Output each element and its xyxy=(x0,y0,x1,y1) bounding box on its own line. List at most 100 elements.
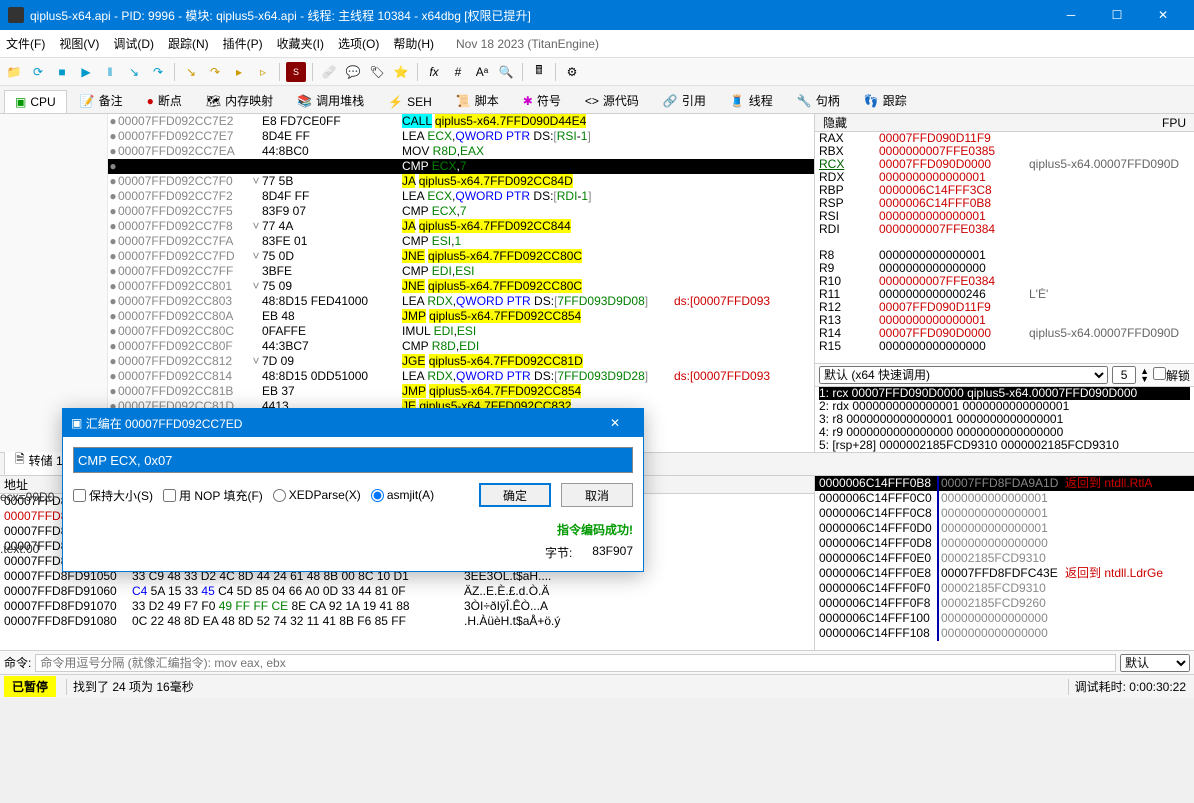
maximize-button[interactable]: ☐ xyxy=(1094,0,1140,30)
menu-help[interactable]: 帮助(H) xyxy=(393,35,434,52)
dump-row[interactable]: 00007FFD8FD910800C 22 48 8D EA 48 8D 52 … xyxy=(0,614,814,629)
disasm-row[interactable]: ●00007FFD092CC80348:8D15 FED41000LEA RDX… xyxy=(108,294,814,309)
bookmark-icon[interactable]: ⭐ xyxy=(391,62,411,82)
hide-fpu-link[interactable]: 隐藏 xyxy=(823,114,847,131)
arg-preview[interactable]: 1: rcx 00007FFD090D0000 qiplus5-x64.0000… xyxy=(815,386,1194,452)
disasm-row[interactable]: ●00007FFD092CC801˅75 09JNE qiplus5-x64.7… xyxy=(108,279,814,294)
tab-handles[interactable]: 🔧句柄 xyxy=(786,87,851,113)
menu-favorites[interactable]: 收藏夹(I) xyxy=(277,35,324,52)
menu-view[interactable]: 视图(V) xyxy=(59,35,99,52)
menu-trace[interactable]: 跟踪(N) xyxy=(168,35,209,52)
register-row[interactable]: RSI0000000000000001 xyxy=(819,210,1190,223)
settings-icon[interactable]: ⚙ xyxy=(562,62,582,82)
dialog-close-button[interactable]: ✕ xyxy=(595,416,635,430)
run-to-user-icon[interactable]: ▸ xyxy=(229,62,249,82)
register-row[interactable]: RAX00007FFD090D11F9 xyxy=(819,132,1190,145)
disasm-row[interactable]: ●00007FFD092CC7F0˅77 5BJA qiplus5-x64.7F… xyxy=(108,174,814,189)
register-row[interactable]: RSP0000006C14FFF0B8 xyxy=(819,197,1190,210)
tab-memmap[interactable]: 🗺内存映射 xyxy=(195,87,284,113)
pause-icon[interactable]: ‖ xyxy=(100,62,120,82)
menu-options[interactable]: 选项(O) xyxy=(338,35,379,52)
stack-row[interactable]: 0000006C14FFF0E800007FFD8FDFC43E返回到 ntdl… xyxy=(815,566,1194,581)
register-row[interactable]: R130000000000000001 xyxy=(819,314,1190,327)
command-preset-select[interactable]: 默认 xyxy=(1120,654,1190,672)
registers-view[interactable]: RAX00007FFD090D11F9RBX0000000007FFE0385R… xyxy=(815,132,1194,363)
stack-view[interactable]: 0000006C14FFF0B800007FFD8FDA9A1D返回到 ntdl… xyxy=(814,476,1194,650)
stop-icon[interactable]: ■ xyxy=(52,62,72,82)
search-icon[interactable]: 🔍 xyxy=(496,62,516,82)
disasm-row[interactable]: ●00007FFD092CC7FD˅75 0DJNE qiplus5-x64.7… xyxy=(108,249,814,264)
dump-row[interactable]: 00007FFD8FD9107033 D2 49 F7 F0 49 FF FF … xyxy=(0,599,814,614)
stepinto-icon[interactable]: ↘ xyxy=(124,62,144,82)
stack-row[interactable]: 0000006C14FFF0C80000000000000001 xyxy=(815,506,1194,521)
disasm-row[interactable]: ●00007FFD092CC80AEB 48JMP qiplus5-x64.7F… xyxy=(108,309,814,324)
hash-icon[interactable]: # xyxy=(448,62,468,82)
tab-source[interactable]: <>源代码 xyxy=(574,87,650,113)
menu-file[interactable]: 文件(F) xyxy=(6,35,45,52)
dump-row[interactable]: 00007FFD8FD91060C4 5A 15 33 45 C4 5D 85 … xyxy=(0,584,814,599)
register-row[interactable]: RCX00007FFD090D0000qiplus5-x64.00007FFD0… xyxy=(819,158,1190,171)
tab-callstack[interactable]: 📚调用堆栈 xyxy=(286,87,375,113)
fx-icon[interactable]: fx xyxy=(424,62,444,82)
tab-references[interactable]: 🔗引用 xyxy=(652,87,717,113)
xedparse-radio[interactable]: XEDParse(X) xyxy=(273,488,361,502)
assembly-input[interactable] xyxy=(73,447,633,473)
register-row[interactable]: R150000000000000000 xyxy=(819,340,1190,353)
menu-debug[interactable]: 调试(D) xyxy=(113,35,154,52)
disasm-row[interactable]: ●00007FFD092CC7EA44:8BC0MOV R8D,EAX xyxy=(108,144,814,159)
register-row[interactable]: R1200007FFD090D11F9 xyxy=(819,301,1190,314)
run-to-sel-icon[interactable]: ▹ xyxy=(253,62,273,82)
disasm-row[interactable]: ●00007FFD092CC7F8˅77 4AJA qiplus5-x64.7F… xyxy=(108,219,814,234)
register-row[interactable]: R100000000007FFE0384 xyxy=(819,275,1190,288)
register-row[interactable] xyxy=(819,353,1190,363)
run-icon[interactable]: ▶ xyxy=(76,62,96,82)
stack-row[interactable]: 0000006C14FFF0D00000000000000001 xyxy=(815,521,1194,536)
disasm-row[interactable]: ●00007FFD092CC7FF3BFECMP EDI,ESI xyxy=(108,264,814,279)
tab-script[interactable]: 📜脚本 xyxy=(445,87,510,113)
trace-into-icon[interactable]: ↘ xyxy=(181,62,201,82)
comment-icon[interactable]: 💬 xyxy=(343,62,363,82)
stack-row[interactable]: 0000006C14FFF1000000000000000000 xyxy=(815,611,1194,626)
register-row[interactable]: RDX0000000000000001 xyxy=(819,171,1190,184)
disasm-row[interactable]: ●00007FFD092CC7F583F9 07CMP ECX,7 xyxy=(108,204,814,219)
register-row[interactable] xyxy=(819,236,1190,249)
argcount-input[interactable] xyxy=(1112,366,1136,384)
stack-row[interactable]: 0000006C14FFF0D80000000000000000 xyxy=(815,536,1194,551)
disasm-row[interactable]: ●00007FFD092CC7F28D4F FFLEA ECX,QWORD PT… xyxy=(108,189,814,204)
stepover-icon[interactable]: ↷ xyxy=(148,62,168,82)
stack-row[interactable]: 0000006C14FFF0C00000000000000001 xyxy=(815,491,1194,506)
disassembly-view[interactable]: ●00007FFD092CC7E2E8 FD7CE0FFCALL qiplus5… xyxy=(108,114,814,452)
disasm-row[interactable]: ●00007FFD092CC80F44:3BC7CMP R8D,EDI xyxy=(108,339,814,354)
disasm-row[interactable]: ●00007FFD092CC812˅7D 09JGE qiplus5-x64.7… xyxy=(108,354,814,369)
close-button[interactable]: ✕ xyxy=(1140,0,1186,30)
ok-button[interactable]: 确定 xyxy=(479,483,551,507)
restart-icon[interactable]: ⟳ xyxy=(28,62,48,82)
disasm-row[interactable]: ●00007FFD092CC81448:8D15 0DD51000LEA RDX… xyxy=(108,369,814,384)
cancel-button[interactable]: 取消 xyxy=(561,483,633,507)
disasm-row[interactable]: ●00007FFD092CC7E78D4E FFLEA ECX,QWORD PT… xyxy=(108,129,814,144)
calc-icon[interactable]: 🖩 xyxy=(529,62,549,82)
tab-seh[interactable]: ⚡SEH xyxy=(377,90,443,113)
stack-row[interactable]: 0000006C14FFF0F800002185FCD9260 xyxy=(815,596,1194,611)
tab-breakpoints[interactable]: ●断点 xyxy=(136,87,193,113)
register-row[interactable]: R110000000000000246L'É' xyxy=(819,288,1190,301)
disasm-row[interactable]: ●00007FFD092CC80C0FAFFEIMUL EDI,ESI xyxy=(108,324,814,339)
minimize-button[interactable]: ─ xyxy=(1048,0,1094,30)
tab-trace[interactable]: 👣跟踪 xyxy=(853,87,918,113)
tab-cpu[interactable]: ▣CPU xyxy=(4,90,67,113)
calling-convention-select[interactable]: 默认 (x64 快速调用) xyxy=(819,366,1108,384)
menu-plugins[interactable]: 插件(P) xyxy=(223,35,263,52)
register-row[interactable]: RBP0000006C14FFF3C8 xyxy=(819,184,1190,197)
disasm-row[interactable]: ●00007FFD092CC81BEB 37JMP qiplus5-x64.7F… xyxy=(108,384,814,399)
keepsize-checkbox[interactable]: 保持大小(S) xyxy=(73,487,153,504)
tab-threads[interactable]: 🧵线程 xyxy=(719,87,784,113)
register-row[interactable]: R90000000000000000 xyxy=(819,262,1190,275)
stack-row[interactable]: 0000006C14FFF1080000000000000000 xyxy=(815,626,1194,641)
tab-notes[interactable]: 📝备注 xyxy=(69,87,134,113)
disasm-row[interactable]: ●00007FFD092CC7E2E8 FD7CE0FFCALL qiplus5… xyxy=(108,114,814,129)
register-row[interactable]: R1400007FFD090D0000qiplus5-x64.00007FFD0… xyxy=(819,327,1190,340)
patch-icon[interactable]: 🩹 xyxy=(319,62,339,82)
trace-over-icon[interactable]: ↷ xyxy=(205,62,225,82)
unlock-checkbox[interactable]: 解锁 xyxy=(1153,367,1190,384)
fillnop-checkbox[interactable]: 用 NOP 填充(F) xyxy=(163,487,263,504)
